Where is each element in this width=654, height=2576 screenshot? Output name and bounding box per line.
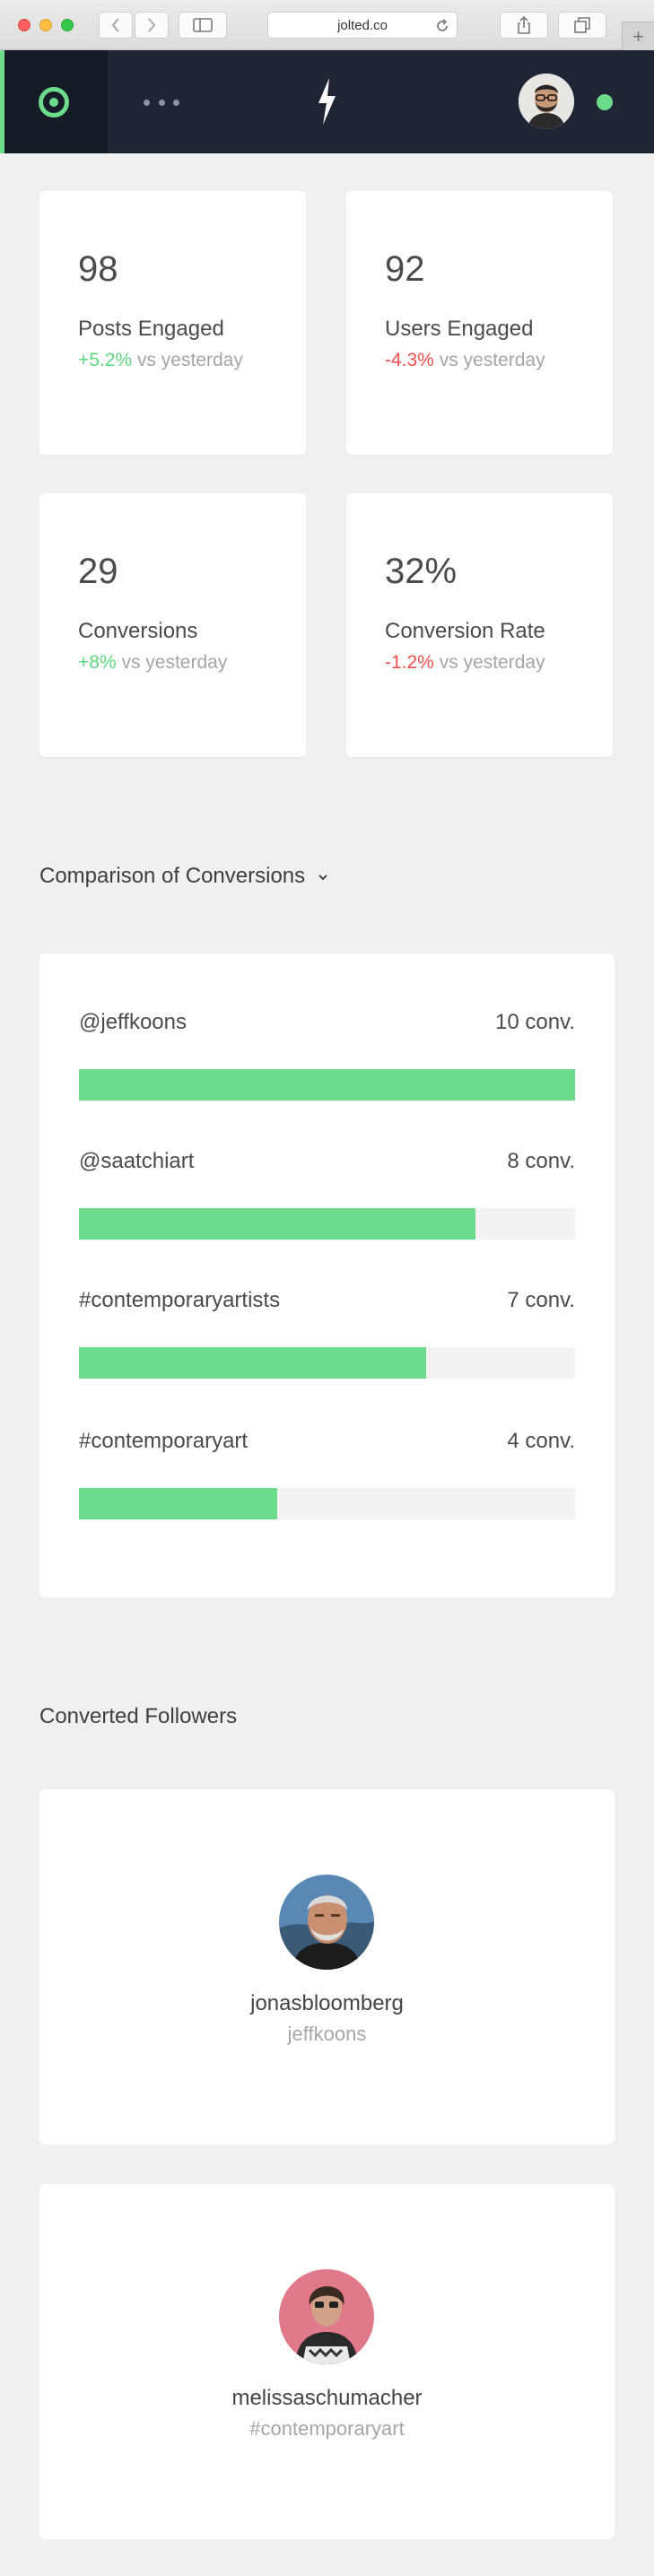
comparison-bar-fill xyxy=(79,1208,476,1240)
comparison-row-count: 4 conv. xyxy=(507,1429,575,1453)
comparison-bar-fill xyxy=(79,1347,427,1379)
user-avatar-icon xyxy=(519,74,574,129)
new-tab-button[interactable]: + xyxy=(622,22,654,50)
follower-name: melissaschumacher xyxy=(231,2386,423,2410)
follower-card[interactable]: melissaschumacher #contemporaryart xyxy=(39,2184,615,2539)
follower-avatar[interactable] xyxy=(279,1875,374,1970)
comparison-bar-fill xyxy=(79,1488,278,1519)
tabs-overview-button[interactable] xyxy=(558,12,606,39)
chevron-right-icon xyxy=(148,18,156,32)
comparison-row-name: @jeffkoons xyxy=(79,1010,187,1034)
chevron-down-icon xyxy=(318,874,327,881)
lightning-bolt-icon[interactable] xyxy=(313,76,340,126)
minimize-window-button[interactable] xyxy=(39,19,52,31)
comparison-row-name: @saatchiart xyxy=(79,1149,195,1173)
stat-delta: +8% vs yesterday xyxy=(78,652,227,674)
followers-title: Converted Followers xyxy=(39,1704,238,1728)
stat-value: 92 xyxy=(385,249,425,289)
share-icon xyxy=(518,16,530,34)
stat-delta: +5.2% vs yesterday xyxy=(78,350,243,371)
delta-suffix: vs yesterday xyxy=(116,652,228,673)
comparison-row-count: 8 conv. xyxy=(507,1149,575,1173)
close-window-button[interactable] xyxy=(18,19,31,31)
follower-source: #contemporaryart xyxy=(249,2417,405,2440)
browser-toolbar: jolted.co + xyxy=(0,0,654,50)
url-text: jolted.co xyxy=(337,17,388,33)
follower-name: jonasbloomberg xyxy=(250,1991,404,2015)
stat-card-conversion-rate: 32% Conversion Rate -1.2% vs yesterday xyxy=(346,493,613,757)
forward-button[interactable] xyxy=(135,12,169,39)
follower-avatar-icon xyxy=(279,1875,374,1970)
share-button[interactable] xyxy=(500,12,548,39)
stat-value: 32% xyxy=(385,552,458,591)
tabs-icon xyxy=(574,17,590,33)
chevron-left-icon xyxy=(111,18,119,32)
stat-card-conversions: 29 Conversions +8% vs yesterday xyxy=(39,493,306,757)
stat-delta: -1.2% vs yesterday xyxy=(385,652,545,674)
plus-icon: + xyxy=(632,24,644,48)
reload-icon[interactable] xyxy=(435,19,449,33)
user-avatar[interactable] xyxy=(519,74,574,129)
app-header xyxy=(0,50,654,153)
follower-avatar[interactable] xyxy=(279,2269,374,2364)
comparison-bar-track xyxy=(79,1488,575,1519)
comparison-row-name: #contemporaryart xyxy=(79,1429,249,1453)
stat-label: Conversions xyxy=(78,619,198,643)
stat-card-users-engaged: 92 Users Engaged -4.3% vs yesterday xyxy=(346,191,613,455)
comparison-bar-fill xyxy=(79,1069,575,1101)
more-dots-icon[interactable] xyxy=(144,93,179,111)
home-nav-item[interactable] xyxy=(0,50,108,153)
delta-value: -1.2% xyxy=(385,652,434,673)
comparison-row-name: #contemporaryartists xyxy=(79,1288,281,1312)
stat-value: 29 xyxy=(78,552,118,591)
comparison-dropdown[interactable]: Comparison of Conversions xyxy=(39,864,328,889)
comparison-bar-track xyxy=(79,1208,575,1240)
online-status-indicator xyxy=(597,94,613,110)
sidebar-icon xyxy=(193,18,213,32)
comparison-title: Comparison of Conversions xyxy=(39,864,306,888)
comparison-row-count: 7 conv. xyxy=(507,1288,575,1312)
sidebar-toggle-button[interactable] xyxy=(179,12,227,39)
comparison-bar-track xyxy=(79,1347,575,1379)
follower-avatar-icon xyxy=(279,2269,374,2364)
back-button[interactable] xyxy=(99,12,133,39)
stat-label: Users Engaged xyxy=(385,317,534,341)
comparison-row-count: 10 conv. xyxy=(495,1010,575,1034)
stat-label: Posts Engaged xyxy=(78,317,224,341)
delta-suffix: vs yesterday xyxy=(433,350,545,370)
delta-value: -4.3% xyxy=(385,350,434,370)
delta-suffix: vs yesterday xyxy=(433,652,545,673)
address-bar[interactable]: jolted.co xyxy=(267,12,458,39)
follower-source: jeffkoons xyxy=(287,2023,367,2045)
delta-value: +5.2% xyxy=(78,350,133,370)
follower-card[interactable]: jonasbloomberg jeffkoons xyxy=(39,1789,615,2145)
ring-icon xyxy=(39,87,69,117)
delta-suffix: vs yesterday xyxy=(132,350,243,370)
comparison-bar-track xyxy=(79,1069,575,1101)
stat-card-posts-engaged: 98 Posts Engaged +5.2% vs yesterday xyxy=(39,191,306,455)
stat-value: 98 xyxy=(78,249,118,289)
stat-delta: -4.3% vs yesterday xyxy=(385,350,545,371)
comparison-card: @jeffkoons 10 conv. @saatchiart 8 conv. … xyxy=(39,953,615,1597)
delta-value: +8% xyxy=(78,652,117,673)
maximize-window-button[interactable] xyxy=(61,19,74,31)
stat-label: Conversion Rate xyxy=(385,619,545,643)
